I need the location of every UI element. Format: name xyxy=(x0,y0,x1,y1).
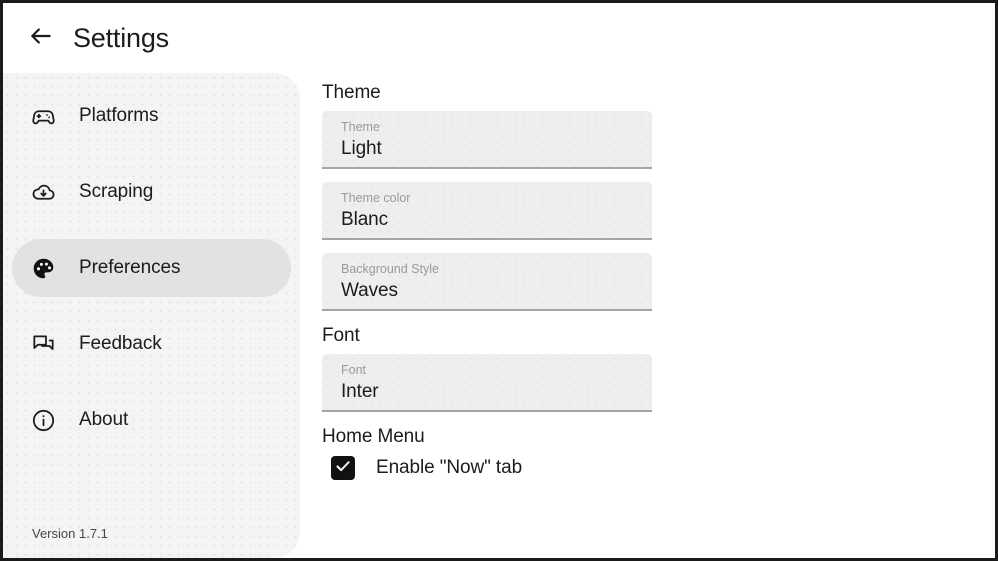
gamepad-icon xyxy=(30,103,57,130)
palette-icon xyxy=(30,255,57,282)
sidebar: Platforms Scraping Preferences Feedback … xyxy=(3,73,300,558)
field-background-style[interactable]: Background Style Waves xyxy=(322,253,652,311)
field-label: Font xyxy=(341,363,367,377)
forum-icon xyxy=(30,331,57,358)
cloud-download-icon xyxy=(30,179,57,206)
field-label: Background Style xyxy=(341,262,439,276)
info-circle-icon xyxy=(30,407,57,434)
enable-now-tab-row[interactable]: Enable "Now" tab xyxy=(322,456,995,480)
sidebar-item-label: Preferences xyxy=(79,257,181,278)
sidebar-item-label: Platforms xyxy=(79,105,159,126)
sidebar-item-scraping[interactable]: Scraping xyxy=(12,163,291,221)
field-label: Theme color xyxy=(341,191,411,205)
field-value: Blanc xyxy=(341,209,389,230)
page-title: Settings xyxy=(73,22,169,53)
field-value: Light xyxy=(341,138,382,159)
enable-now-tab-checkbox[interactable] xyxy=(331,456,355,480)
field-theme-color[interactable]: Theme color Blanc xyxy=(322,182,652,240)
sidebar-item-label: Scraping xyxy=(79,181,154,202)
sidebar-item-platforms[interactable]: Platforms xyxy=(12,87,291,145)
section-header-home-menu: Home Menu xyxy=(322,426,425,447)
settings-window: Settings Platforms Scraping Preferences … xyxy=(0,0,998,561)
section-header-theme: Theme xyxy=(322,82,381,103)
field-font[interactable]: Font Inter xyxy=(322,354,652,412)
section-header-font: Font xyxy=(322,325,360,346)
field-theme[interactable]: Theme Light xyxy=(322,111,652,169)
app-header: Settings xyxy=(3,3,995,73)
field-label: Theme xyxy=(341,120,380,134)
enable-now-tab-label: Enable "Now" tab xyxy=(376,457,523,478)
sidebar-item-about[interactable]: About xyxy=(12,391,291,449)
back-button[interactable] xyxy=(24,21,58,55)
sidebar-item-preferences[interactable]: Preferences xyxy=(12,239,291,297)
sidebar-item-feedback[interactable]: Feedback xyxy=(12,315,291,373)
field-value: Waves xyxy=(341,280,398,301)
check-icon xyxy=(334,457,352,480)
arrow-left-icon xyxy=(28,23,54,54)
field-value: Inter xyxy=(341,381,379,402)
sidebar-item-label: About xyxy=(79,409,129,430)
settings-content: Theme Theme Light Theme color Blanc Back… xyxy=(300,73,995,558)
version-label: Version 1.7.1 xyxy=(32,526,108,541)
sidebar-item-label: Feedback xyxy=(79,333,162,354)
